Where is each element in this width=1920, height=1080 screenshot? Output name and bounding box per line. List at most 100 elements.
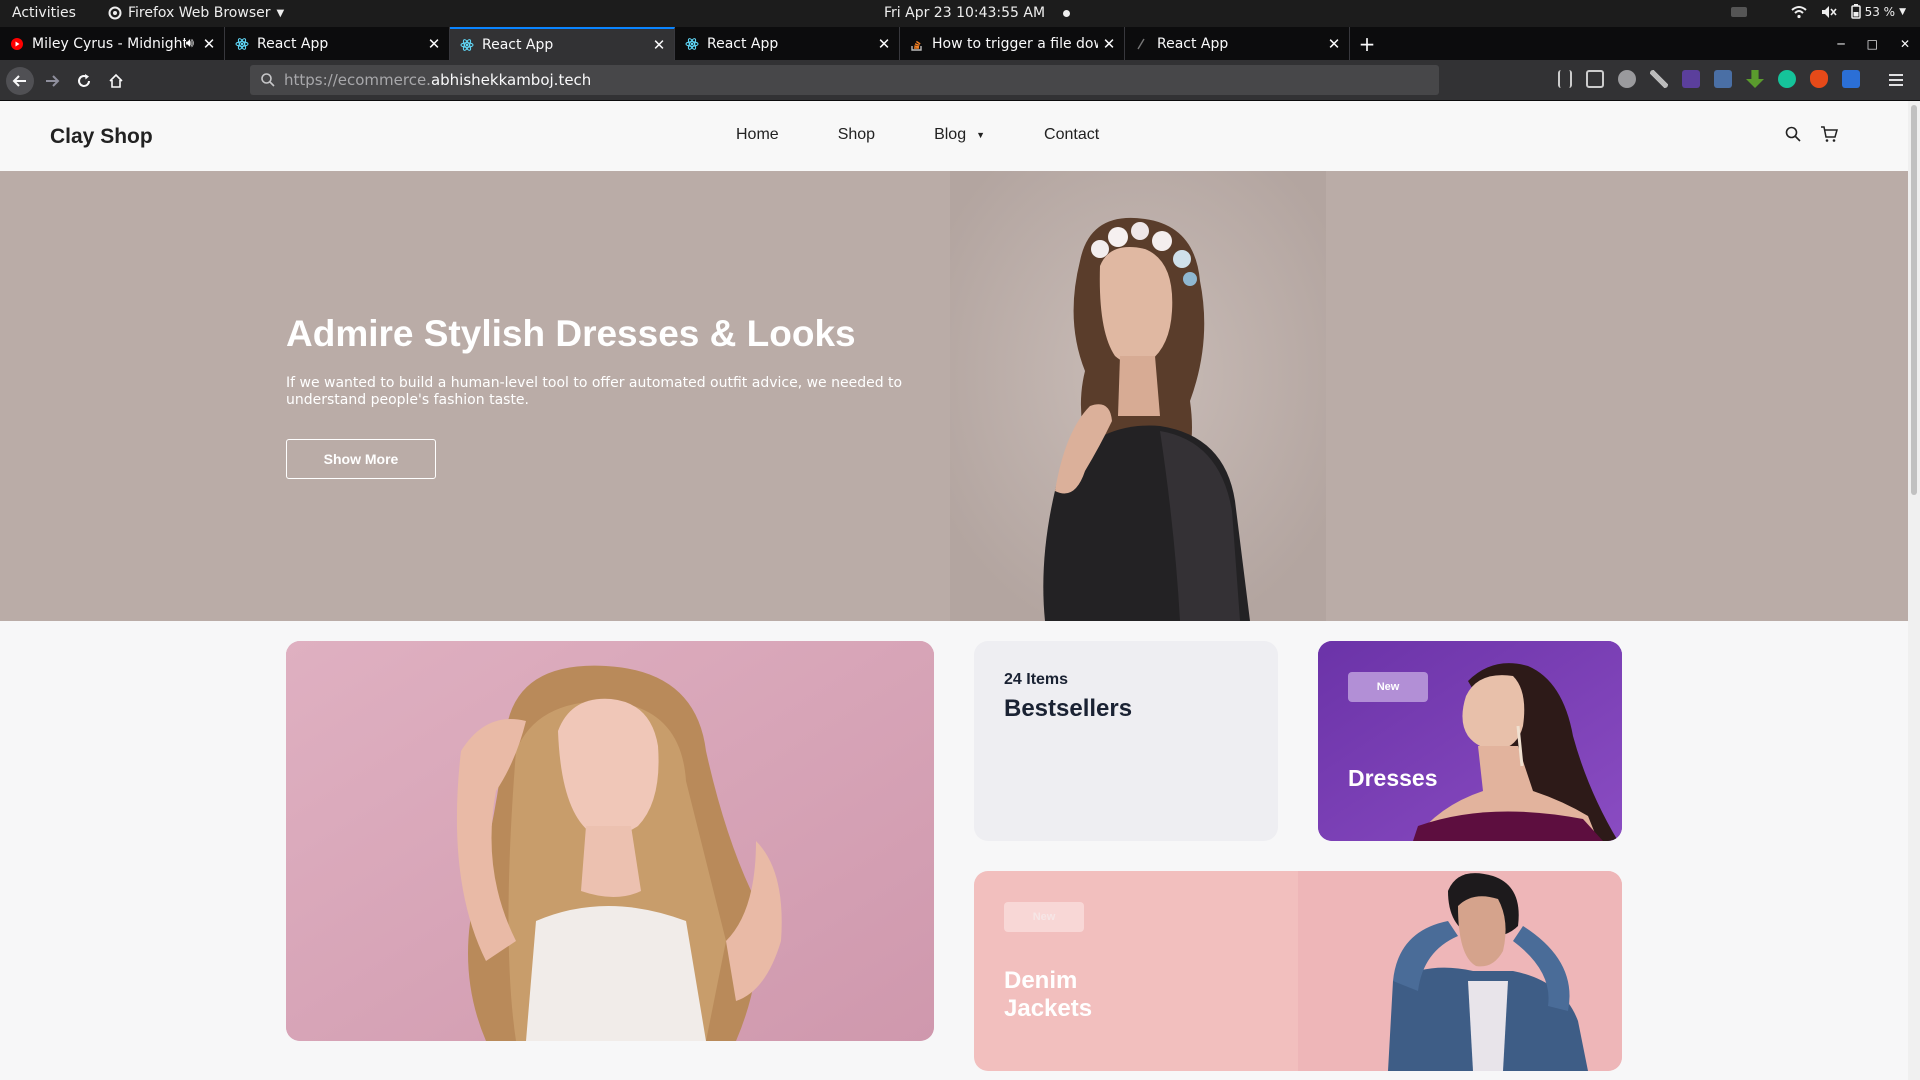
scrollbar-thumb[interactable]	[1911, 105, 1917, 495]
dresses-card[interactable]: New Dresses	[1318, 641, 1622, 841]
reload-button[interactable]	[70, 67, 98, 95]
search-icon	[261, 73, 275, 87]
url-domain: abhishekkamboj.tech	[430, 71, 592, 89]
header-actions	[1784, 125, 1838, 143]
chevron-down-icon: ▼	[276, 7, 285, 19]
url-bar[interactable]: https://ecommerce. abhishekkamboj.tech	[250, 65, 1439, 95]
tab-title: React App	[482, 36, 554, 53]
pen-icon[interactable]	[1650, 70, 1668, 88]
home-icon	[109, 73, 123, 88]
system-tray[interactable]: 53 % ▼	[1730, 4, 1906, 19]
home-button[interactable]	[102, 67, 130, 95]
stackoverflow-icon	[910, 37, 924, 51]
chevron-down-icon: ▼	[1899, 6, 1906, 17]
notification-dot-icon	[1063, 9, 1071, 17]
tab-title: React App	[707, 35, 779, 52]
indicator-icon	[1730, 6, 1747, 17]
featured-model-card[interactable]	[286, 641, 934, 1041]
page-icon	[1135, 37, 1149, 51]
wifi-icon	[1790, 5, 1807, 18]
youtube-icon	[10, 37, 24, 51]
sidebar-icon[interactable]	[1586, 70, 1604, 88]
fire-extension-icon[interactable]	[1810, 70, 1828, 88]
close-icon[interactable]: ✕	[198, 35, 220, 53]
page-scrollbar[interactable]	[1908, 101, 1920, 1080]
close-icon[interactable]: ✕	[648, 36, 670, 54]
battery-icon	[1850, 4, 1861, 19]
nav-label: Blog	[934, 126, 967, 143]
tab-strip: Miley Cyrus - Midnight Sky 🔊︎ ✕ React Ap…	[0, 27, 1920, 60]
maximize-icon[interactable]: □	[1867, 37, 1878, 51]
tab-react-app-active[interactable]: React App ✕	[450, 27, 675, 60]
category-name: Denim Jackets	[1004, 967, 1093, 1022]
browser-toolbar: https://ecommerce. abhishekkamboj.tech	[0, 60, 1920, 101]
ia-extension-icon[interactable]	[1682, 70, 1700, 88]
dresses-model-image	[1318, 641, 1622, 841]
close-icon[interactable]: ✕	[1323, 35, 1345, 53]
system-top-bar: Activities Firefox Web Browser ▼ Fri Apr…	[0, 0, 1920, 27]
reload-icon	[78, 74, 90, 87]
tab-title: Miley Cyrus - Midnight Sky	[32, 35, 186, 52]
account-icon[interactable]	[1618, 70, 1636, 88]
grammarly-icon[interactable]	[1778, 70, 1796, 88]
tab-stackoverflow[interactable]: How to trigger a file download ✕	[900, 27, 1125, 60]
app-menu[interactable]: Firefox Web Browser ▼	[108, 5, 284, 21]
battery-percentage: 53 %	[1864, 4, 1896, 19]
tab-title: React App	[257, 35, 329, 52]
nav-label: Home	[736, 126, 779, 143]
react-icon	[460, 38, 474, 52]
clock-label: Fri Apr 23 10:43:55 AM	[884, 5, 1046, 21]
react-icon	[685, 37, 699, 51]
cart-icon[interactable]	[1820, 125, 1838, 143]
tab-miley-cyrus[interactable]: Miley Cyrus - Midnight Sky 🔊︎ ✕	[0, 27, 225, 60]
nav-home[interactable]: Home	[736, 126, 779, 144]
tab-title: React App	[1157, 35, 1229, 52]
nav-contact[interactable]: Contact	[1044, 126, 1099, 144]
web-page: Clay Shop Home Shop Blog ▼ Contact Admir…	[0, 101, 1908, 1080]
tab-react-app-3[interactable]: React App ✕	[675, 27, 900, 60]
clock[interactable]: Fri Apr 23 10:43:55 AM	[884, 5, 1071, 21]
firefox-icon	[108, 6, 122, 20]
new-badge: New	[1004, 902, 1084, 932]
speaker-icon[interactable]: 🔊︎	[186, 36, 194, 51]
featured-model-image	[286, 641, 934, 1041]
nav-shop[interactable]: Shop	[838, 126, 875, 144]
hero-model-image	[950, 171, 1326, 621]
translate-icon[interactable]	[1842, 70, 1860, 88]
nav-label: Shop	[837, 126, 876, 143]
menu-icon	[1889, 74, 1903, 86]
chevron-down-icon: ▼	[976, 130, 986, 140]
show-more-button[interactable]: Show More	[286, 439, 436, 479]
close-icon[interactable]: ✕	[423, 35, 445, 53]
nav-blog[interactable]: Blog ▼	[934, 126, 985, 144]
screenshot-icon[interactable]	[1714, 70, 1732, 88]
hamburger-menu-button[interactable]	[1884, 68, 1908, 92]
react-icon	[235, 37, 249, 51]
tab-react-app-1[interactable]: React App ✕	[225, 27, 450, 60]
hero-title: Admire Stylish Dresses & Looks	[286, 313, 856, 354]
activities-button[interactable]: Activities	[12, 5, 76, 21]
forward-button[interactable]	[38, 67, 66, 95]
arrow-left-icon	[12, 75, 26, 87]
bestsellers-card[interactable]: 24 Items Bestsellers	[974, 641, 1278, 841]
minimize-icon[interactable]: ─	[1837, 37, 1844, 51]
close-icon[interactable]: ✕	[1098, 35, 1120, 53]
plus-icon: +	[1358, 31, 1376, 56]
category-name: Bestsellers	[1004, 695, 1133, 722]
nav-label: Contact	[1044, 126, 1100, 143]
hero-banner: Admire Stylish Dresses & Looks If we wan…	[0, 171, 1908, 621]
category-name: Dresses	[1348, 765, 1438, 791]
library-icon[interactable]	[1558, 70, 1572, 88]
site-logo[interactable]: Clay Shop	[50, 125, 153, 149]
new-tab-button[interactable]: +	[1356, 27, 1378, 60]
denim-jackets-card[interactable]: New Denim Jackets	[974, 871, 1622, 1071]
close-icon[interactable]: ✕	[873, 35, 895, 53]
extension-toolbar	[1558, 70, 1860, 88]
close-window-icon[interactable]: ✕	[1900, 37, 1910, 51]
tab-react-app-5[interactable]: React App ✕	[1125, 27, 1350, 60]
new-badge: New	[1348, 672, 1428, 702]
back-button[interactable]	[6, 67, 34, 95]
item-count: 24 Items	[1004, 671, 1069, 688]
search-icon[interactable]	[1784, 125, 1802, 143]
download-icon[interactable]	[1746, 70, 1764, 88]
